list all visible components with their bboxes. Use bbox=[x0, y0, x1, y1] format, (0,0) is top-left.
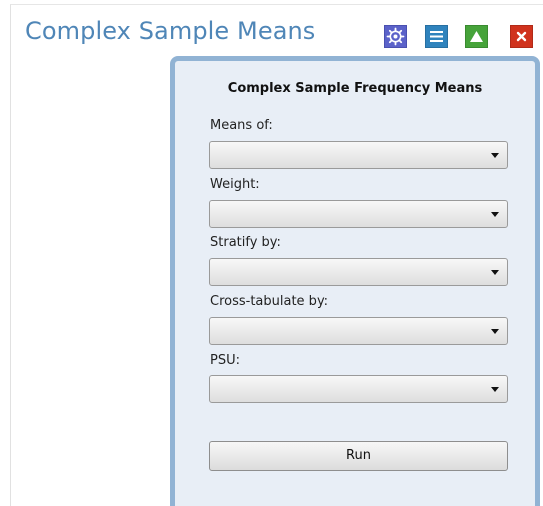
menu-button[interactable] bbox=[425, 25, 448, 48]
close-icon bbox=[516, 31, 527, 42]
collapse-button[interactable] bbox=[465, 25, 488, 48]
stratify-by-label: Stratify by: bbox=[210, 235, 281, 250]
stratify-by-select[interactable] bbox=[209, 258, 508, 286]
gear-icon bbox=[386, 27, 405, 46]
chevron-down-icon bbox=[491, 387, 499, 392]
triangle-up-icon bbox=[470, 31, 483, 42]
means-of-label: Means of: bbox=[210, 118, 273, 133]
window-title: Complex Sample Means bbox=[25, 17, 316, 45]
weight-label: Weight: bbox=[210, 177, 260, 192]
weight-select[interactable] bbox=[209, 200, 508, 228]
settings-button[interactable] bbox=[384, 25, 407, 48]
close-button[interactable] bbox=[510, 25, 533, 48]
cross-tabulate-by-label: Cross-tabulate by: bbox=[210, 294, 329, 309]
panel-title: Complex Sample Frequency Means bbox=[227, 81, 483, 96]
cross-tabulate-by-select[interactable] bbox=[209, 317, 508, 345]
psu-label: PSU: bbox=[210, 353, 240, 368]
means-of-select[interactable] bbox=[209, 141, 508, 169]
chevron-down-icon bbox=[491, 329, 499, 334]
run-button[interactable]: Run bbox=[209, 441, 508, 471]
chevron-down-icon bbox=[491, 153, 499, 158]
settings-panel: Complex Sample Frequency Means Means of:… bbox=[170, 56, 540, 506]
list-icon bbox=[430, 31, 443, 42]
chevron-down-icon bbox=[491, 270, 499, 275]
psu-select[interactable] bbox=[209, 375, 508, 403]
chevron-down-icon bbox=[491, 212, 499, 217]
